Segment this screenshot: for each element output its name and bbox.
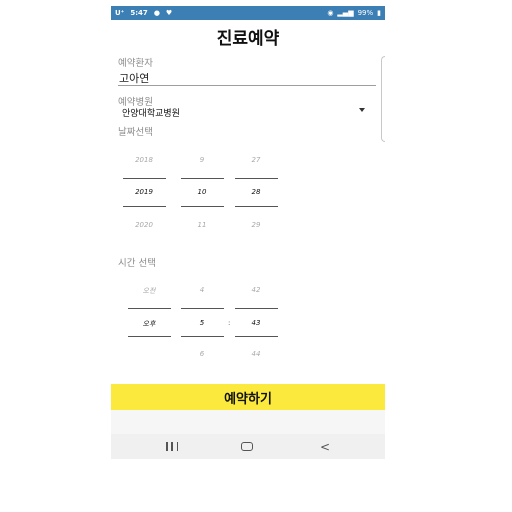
day-divider-top bbox=[235, 178, 278, 179]
side-panel-edge bbox=[381, 56, 385, 142]
patient-input[interactable]: 고아연 bbox=[119, 70, 149, 86]
month-divider-top bbox=[181, 178, 224, 179]
status-left: U⁺ 5:47 ● ♥ bbox=[115, 9, 172, 17]
month-next[interactable]: 11 bbox=[181, 221, 223, 229]
status-right: ◉ ▂▄▆ 99% ▮ bbox=[327, 9, 381, 17]
hour-selected[interactable]: 5 bbox=[181, 319, 223, 327]
battery-percent: 99% bbox=[357, 9, 374, 17]
battery-icon: ▮ bbox=[377, 9, 381, 17]
ampm-prev[interactable]: 오전 bbox=[128, 286, 170, 296]
alarm-icon: ◉ bbox=[327, 9, 334, 17]
signal-icon: ▂▄▆ bbox=[337, 9, 354, 17]
system-nav-bar: < bbox=[111, 434, 385, 459]
year-next[interactable]: 2020 bbox=[123, 221, 165, 229]
dropdown-arrow-icon[interactable] bbox=[359, 108, 365, 112]
ampm-divider-top bbox=[128, 308, 171, 309]
minute-next[interactable]: 44 bbox=[235, 350, 277, 358]
minute-selected[interactable]: 43 bbox=[235, 319, 277, 327]
time-label: 시간 선택 bbox=[118, 258, 156, 269]
hour-divider-top bbox=[181, 308, 224, 309]
day-next[interactable]: 29 bbox=[235, 221, 277, 229]
reserve-button[interactable]: 예약하기 bbox=[111, 384, 385, 410]
day-prev[interactable]: 27 bbox=[235, 156, 277, 164]
home-icon[interactable] bbox=[241, 442, 253, 451]
patient-input-underline bbox=[118, 85, 376, 86]
message-icon: ● bbox=[153, 9, 160, 17]
minute-prev[interactable]: 42 bbox=[235, 286, 277, 294]
ampm-selected[interactable]: 오후 bbox=[128, 319, 170, 329]
day-divider-bottom bbox=[235, 206, 278, 207]
phone-screen: U⁺ 5:47 ● ♥ ◉ ▂▄▆ 99% ▮ 진료예약 예약환자 고아연 예약… bbox=[111, 6, 385, 459]
year-divider-top bbox=[123, 178, 166, 179]
month-selected[interactable]: 10 bbox=[181, 188, 223, 196]
minute-divider-bottom bbox=[235, 336, 278, 337]
ampm-divider-bottom bbox=[128, 336, 171, 337]
status-clock: 5:47 bbox=[130, 9, 148, 17]
day-selected[interactable]: 28 bbox=[235, 188, 277, 196]
hospital-select[interactable]: 안양대학교병원 bbox=[122, 106, 180, 119]
back-icon[interactable]: < bbox=[320, 440, 330, 454]
page-title: 진료예약 bbox=[216, 29, 280, 49]
month-prev[interactable]: 9 bbox=[181, 156, 223, 164]
minute-divider-top bbox=[235, 308, 278, 309]
year-prev[interactable]: 2018 bbox=[123, 156, 165, 164]
hour-prev[interactable]: 4 bbox=[181, 286, 223, 294]
content-bottom-area bbox=[111, 410, 385, 434]
heart-icon: ♥ bbox=[165, 9, 173, 17]
carrier-label: U⁺ bbox=[115, 9, 125, 17]
hour-divider-bottom bbox=[181, 336, 224, 337]
time-separator: : bbox=[228, 319, 231, 327]
year-selected[interactable]: 2019 bbox=[123, 188, 165, 196]
year-divider-bottom bbox=[123, 206, 166, 207]
recent-apps-icon[interactable] bbox=[166, 442, 178, 451]
status-bar: U⁺ 5:47 ● ♥ ◉ ▂▄▆ 99% ▮ bbox=[111, 6, 385, 20]
month-divider-bottom bbox=[181, 206, 224, 207]
hour-next[interactable]: 6 bbox=[181, 350, 223, 358]
date-label: 날짜선택 bbox=[118, 127, 153, 138]
patient-label: 예약환자 bbox=[118, 58, 153, 69]
